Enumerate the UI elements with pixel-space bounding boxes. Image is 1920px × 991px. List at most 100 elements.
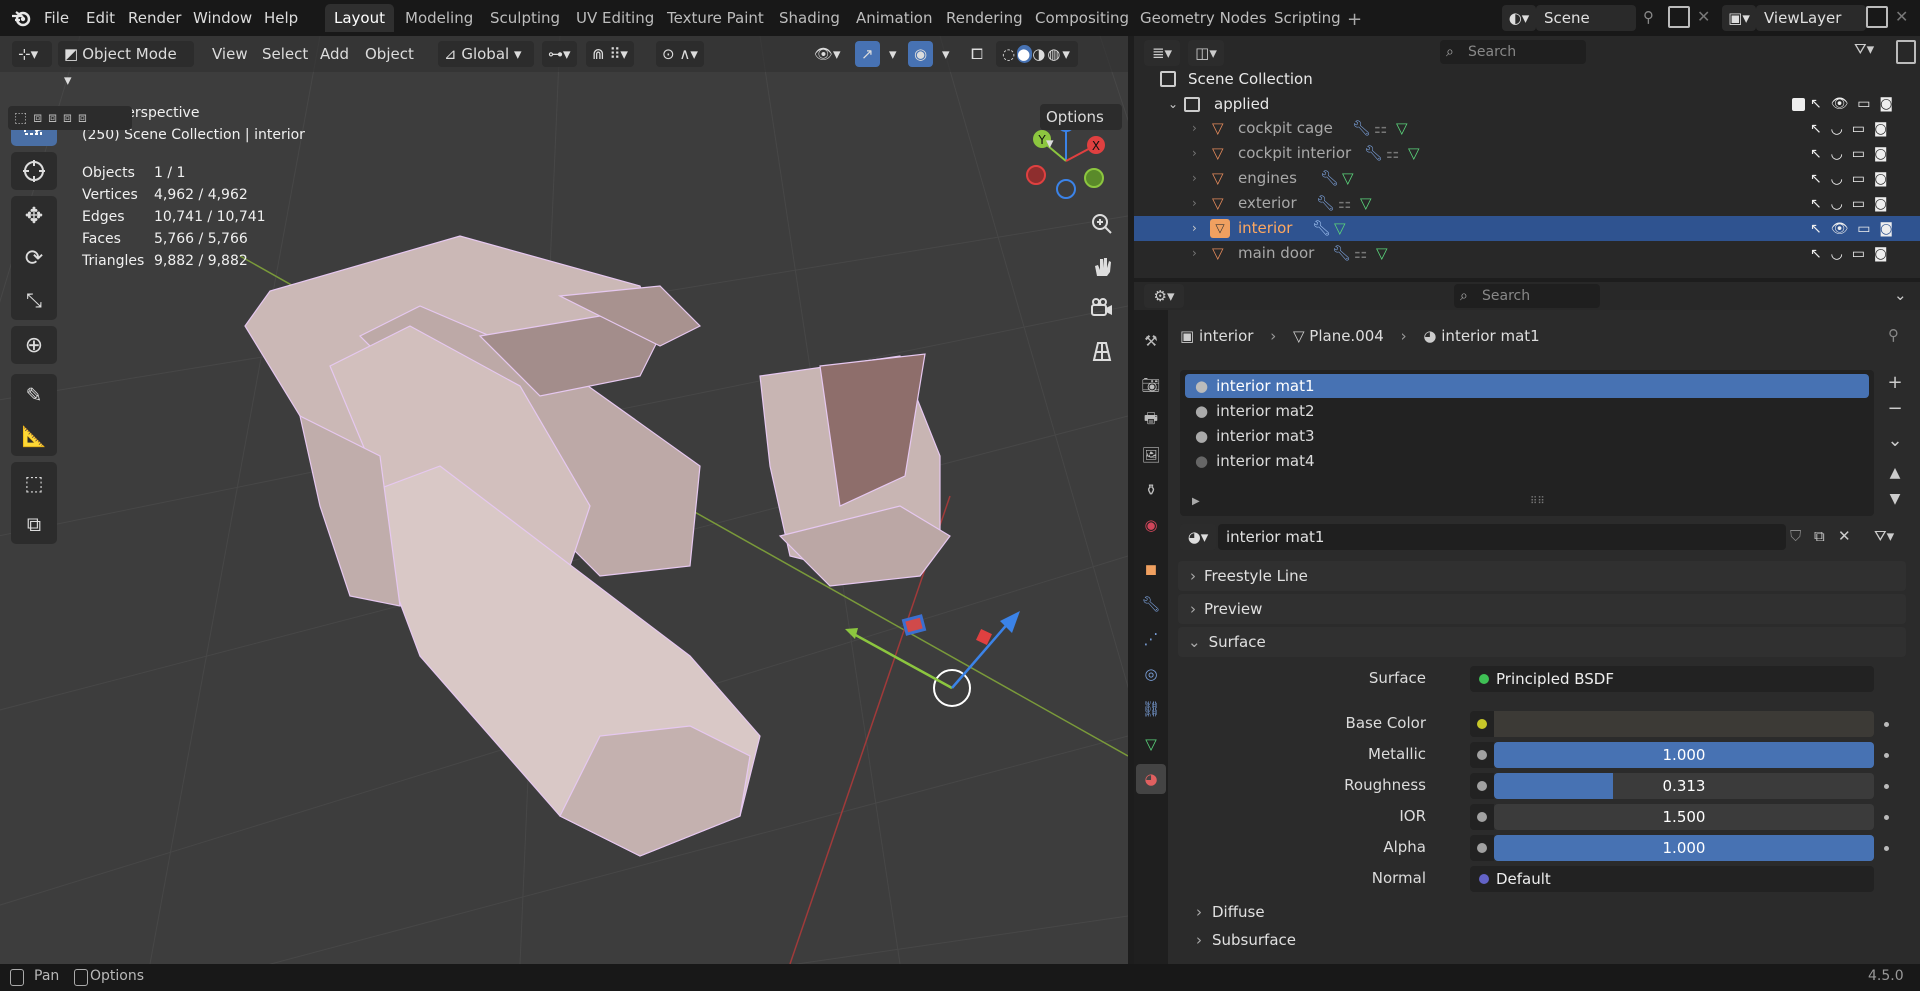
overlay-dropdown-icon[interactable]: ▾ bbox=[936, 41, 956, 67]
expand-arrow-icon[interactable]: › bbox=[1192, 141, 1197, 166]
alpha-slider[interactable]: 1.000 bbox=[1494, 835, 1874, 861]
proportional-edit-icon[interactable]: ⊙ ∧▾ bbox=[656, 41, 704, 67]
add-object-tool[interactable]: ⧉ bbox=[27, 512, 41, 536]
fake-user-shield-icon[interactable]: ⛉ bbox=[1790, 527, 1801, 545]
menu-edit[interactable]: Edit bbox=[80, 6, 121, 30]
chevron-down-icon[interactable]: ⌄ bbox=[1894, 286, 1907, 304]
tab-geometry-nodes[interactable]: Geometry Nodes bbox=[1131, 4, 1276, 32]
ior-field[interactable]: 1.500 bbox=[1494, 804, 1874, 830]
keyframe-dot[interactable] bbox=[1884, 815, 1889, 820]
exclude-checkbox[interactable] bbox=[1792, 98, 1805, 111]
modifier-tab-icon[interactable]: 🔧︎ bbox=[1136, 589, 1166, 619]
pin-icon[interactable]: ⚲ bbox=[1888, 326, 1899, 344]
move-slot-down-icon[interactable]: ▼ bbox=[1880, 486, 1910, 512]
menu-file[interactable]: File bbox=[38, 6, 75, 30]
transform-tool[interactable]: ⊕ bbox=[11, 326, 57, 364]
material-slot-item[interactable]: ● interior mat3 bbox=[1185, 424, 1869, 448]
freestyle-line-section[interactable]: › Freestyle Line bbox=[1178, 561, 1906, 591]
tab-scripting[interactable]: Scripting bbox=[1265, 4, 1350, 32]
xray-icon[interactable]: ⧠ bbox=[965, 41, 989, 67]
editor-type-icon[interactable]: ⊹▾ bbox=[12, 41, 52, 67]
data-tab-icon[interactable]: ▽ bbox=[1136, 729, 1166, 759]
outliner-row-cockpit-cage[interactable]: › ▽ cockpit cage 🔧︎ ⚏ ▽ bbox=[1134, 116, 1920, 141]
tab-layout[interactable]: Layout bbox=[325, 4, 394, 32]
filter-icon[interactable]: ⛛▾ bbox=[1854, 40, 1874, 58]
outliner-row-engines[interactable]: › ▽ engines 🔧︎ ▽ bbox=[1134, 166, 1920, 191]
metallic-socket[interactable] bbox=[1470, 742, 1494, 768]
outliner-row-applied[interactable]: ⌄ applied bbox=[1134, 92, 1920, 117]
menu-window[interactable]: Window bbox=[187, 6, 258, 30]
view-layer-field[interactable]: ViewLayer bbox=[1756, 5, 1866, 31]
expand-arrow-icon[interactable]: › bbox=[1192, 116, 1197, 141]
surface-shader-field[interactable]: Principled BSDF bbox=[1470, 666, 1874, 692]
properties-search-input[interactable]: ⌕ Search bbox=[1454, 284, 1600, 308]
output-tab-icon[interactable]: 🖶︎ bbox=[1136, 405, 1166, 435]
material-slot-item[interactable]: ● interior mat1 bbox=[1185, 374, 1869, 398]
outliner-row-interior[interactable]: › ▽ interior 🔧︎ ▽ bbox=[1134, 216, 1920, 241]
blender-logo-icon[interactable] bbox=[10, 7, 34, 29]
browse-material-icon[interactable]: ◕▾ bbox=[1180, 524, 1216, 550]
outliner-row-main-door[interactable]: › ▽ main door 🔧︎ ⚏ ▽ bbox=[1134, 241, 1920, 266]
delete-scene-icon[interactable]: ✕ bbox=[1697, 7, 1710, 26]
cursor-tool[interactable] bbox=[11, 152, 57, 190]
metallic-slider[interactable]: 1.000 bbox=[1494, 742, 1874, 768]
outliner-search-input[interactable]: ⌕ Search bbox=[1440, 40, 1586, 64]
gizmo-toggle-icon[interactable]: ↗ bbox=[855, 41, 880, 67]
rotate-tool[interactable]: ⟳ bbox=[25, 246, 43, 271]
view-menu[interactable]: View bbox=[206, 41, 254, 67]
annotate-tool[interactable]: ✎ bbox=[26, 383, 43, 407]
outliner-editor-type-icon[interactable]: ≣▾ bbox=[1144, 40, 1180, 66]
roughness-slider[interactable]: 0.313 bbox=[1494, 773, 1874, 799]
ior-socket[interactable] bbox=[1470, 804, 1494, 830]
add-cube-tool[interactable]: ⬚ bbox=[25, 471, 44, 495]
tab-uv-editing[interactable]: UV Editing bbox=[567, 4, 663, 32]
shading-modes[interactable]: ◌●◑◍▾ bbox=[996, 41, 1078, 67]
world-tab-icon[interactable]: ◉ bbox=[1136, 510, 1166, 540]
tab-texture-paint[interactable]: Texture Paint bbox=[658, 4, 773, 32]
scene-name-field[interactable]: Scene bbox=[1536, 5, 1636, 31]
base-color-swatch[interactable] bbox=[1494, 711, 1874, 737]
constraints-tab-icon[interactable]: ⛓ bbox=[1136, 694, 1166, 724]
add-workspace-icon[interactable]: + bbox=[1347, 9, 1362, 30]
alpha-socket[interactable] bbox=[1470, 835, 1494, 861]
remove-slot-icon[interactable]: − bbox=[1880, 396, 1910, 422]
outliner-row-exterior[interactable]: › ▽ exterior 🔧︎ ⚏ ▽ bbox=[1134, 191, 1920, 216]
move-slot-up-icon[interactable]: ▲ bbox=[1880, 460, 1910, 486]
material-tab-icon[interactable]: ◕ bbox=[1136, 764, 1166, 794]
new-collection-icon[interactable] bbox=[1896, 40, 1916, 64]
normal-field[interactable]: Default bbox=[1470, 866, 1874, 892]
preview-section[interactable]: › Preview bbox=[1178, 594, 1906, 624]
surface-section[interactable]: ⌄ Surface bbox=[1178, 627, 1906, 657]
snap-icon[interactable]: ⋒ ⠿▾ bbox=[586, 41, 634, 67]
keyframe-dot[interactable] bbox=[1884, 722, 1889, 727]
display-mode-icon[interactable]: ◫▾ bbox=[1188, 40, 1224, 66]
menu-render[interactable]: Render bbox=[122, 6, 187, 30]
menu-help[interactable]: Help bbox=[258, 6, 304, 30]
scene-type-icon[interactable]: ◐▾ bbox=[1502, 5, 1536, 31]
material-link-icon[interactable]: ⛛▾ bbox=[1874, 527, 1894, 545]
expand-arrow-icon[interactable]: ⌄ bbox=[1168, 92, 1178, 117]
orientation-dropdown[interactable]: ⊿ Global ▾ bbox=[438, 41, 534, 67]
tab-modeling[interactable]: Modeling bbox=[396, 4, 482, 32]
roughness-socket[interactable] bbox=[1470, 773, 1494, 799]
slot-specials-icon[interactable]: ⌄ bbox=[1880, 428, 1910, 454]
tab-compositing[interactable]: Compositing bbox=[1026, 4, 1138, 32]
expand-arrow-icon[interactable]: › bbox=[1192, 216, 1197, 241]
scene-tab-icon[interactable]: ⚱ bbox=[1136, 475, 1166, 505]
subsurface-subpanel[interactable]: › Subsurface bbox=[1190, 927, 1890, 953]
unlink-material-icon[interactable]: ✕ bbox=[1838, 527, 1851, 545]
delete-view-layer-icon[interactable]: ✕ bbox=[1895, 7, 1908, 26]
visibility-icon[interactable]: 👁▾ bbox=[808, 41, 847, 67]
particles-tab-icon[interactable]: ⋰ bbox=[1136, 624, 1166, 654]
camera-icon[interactable] bbox=[1084, 291, 1120, 327]
expand-arrow-icon[interactable]: › bbox=[1192, 166, 1197, 191]
keyframe-dot[interactable] bbox=[1884, 753, 1889, 758]
base-color-socket[interactable] bbox=[1470, 711, 1494, 737]
material-slot-item[interactable]: ● interior mat2 bbox=[1185, 399, 1869, 423]
move-tool[interactable]: ✥ bbox=[25, 204, 43, 229]
material-slot-item[interactable]: ● interior mat4 bbox=[1185, 449, 1869, 473]
measure-tool[interactable]: 📐 bbox=[22, 424, 47, 448]
tab-sculpting[interactable]: Sculpting bbox=[481, 4, 569, 32]
material-name-field[interactable]: interior mat1 bbox=[1218, 524, 1786, 550]
overlay-toggle-icon[interactable]: ◉ bbox=[908, 41, 934, 67]
